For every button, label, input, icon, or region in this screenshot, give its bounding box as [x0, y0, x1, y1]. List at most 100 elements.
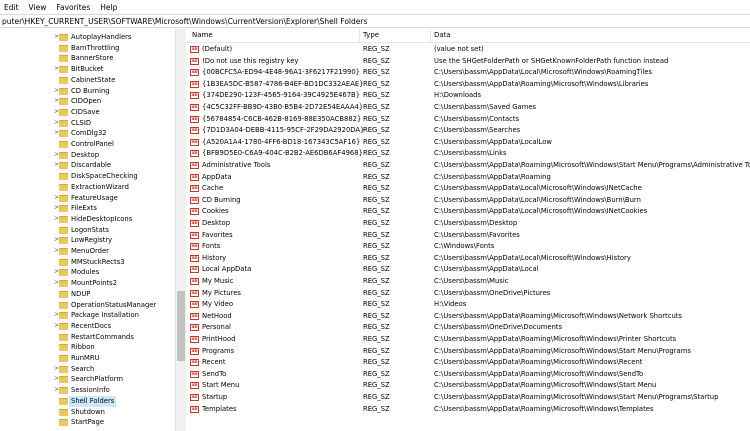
tree-item[interactable]: Shutdown	[0, 407, 175, 418]
tree-item[interactable]: DiskSpaceChecking	[0, 171, 175, 182]
tree-item[interactable]: BannerStore	[0, 53, 175, 64]
tree-item[interactable]: > RecentDocs	[0, 321, 175, 332]
tree-item[interactable]: > CLSID	[0, 118, 175, 129]
value-row[interactable]: ab Administrative Tools REG_SZ C:\Users\bas…	[187, 160, 750, 171]
tree-item[interactable]: > Package Installation	[0, 310, 175, 321]
value-row[interactable]: ab {374DE290-123F-4565-9164-39C4925E467B}…	[187, 90, 750, 101]
folder-icon	[59, 280, 68, 288]
tree-item[interactable]: ExtractionWizard	[0, 182, 175, 193]
menu-view[interactable]: View	[25, 3, 53, 12]
value-row[interactable]: ab My Pictures REG_SZ C:\Users\bassm\OneDri…	[187, 288, 750, 299]
value-name: CD Burning	[202, 195, 241, 204]
tree-item[interactable]: > LowRegistry	[0, 235, 175, 246]
tree-item[interactable]: > Discardable	[0, 160, 175, 171]
tree-item[interactable]: > ComDlg32	[0, 128, 175, 139]
tree-item[interactable]: CabinetState	[0, 75, 175, 86]
value-data: C:\Users\bassm\AppData\Roaming\Microsoft…	[434, 381, 657, 390]
value-row[interactable]: ab {7D1D3A04-DEBB-4115-95CF-2F29DA2920DA}…	[187, 125, 750, 136]
tree-scrollbar-thumb[interactable]	[177, 291, 185, 361]
menu-favorites[interactable]: Favorites	[52, 3, 96, 12]
tree-item-label: SessionInfo	[71, 386, 110, 395]
value-row[interactable]: ab PrintHood REG_SZ C:\Users\bassm\AppData\…	[187, 334, 750, 345]
value-name: AppData	[202, 172, 232, 181]
address-bar[interactable]: puter\HKEY_CURRENT_USER\SOFTWARE\Microso…	[0, 14, 750, 28]
value-data: C:\Users\bassm\Saved Games	[434, 103, 537, 111]
value-row[interactable]: ab Personal REG_SZ C:\Users\bassm\OneDrive\…	[187, 322, 750, 333]
tree-item[interactable]: Ribbon	[0, 342, 175, 353]
tree-item[interactable]: > HideDesktopIcons	[0, 214, 175, 225]
tree-item[interactable]: > BitBucket	[0, 64, 175, 75]
tree-item[interactable]: > SearchPlatform	[0, 374, 175, 385]
value-row[interactable]: ab Favorites REG_SZ C:\Users\bassm\Favorite…	[187, 230, 750, 241]
value-row[interactable]: ab Programs REG_SZ C:\Users\bassm\AppData\R…	[187, 346, 750, 357]
value-row[interactable]: ab !Do not use this registry key REG_SZ Use…	[187, 56, 750, 67]
folder-icon	[59, 130, 68, 138]
value-data: C:\Users\bassm\AppData\Roaming\Microsoft…	[434, 161, 750, 169]
string-value-icon: ab	[190, 347, 199, 355]
value-row[interactable]: ab (Default) REG_SZ (value not set)	[187, 44, 750, 55]
column-data-header[interactable]: Data	[434, 31, 451, 39]
string-value-icon: ab	[190, 57, 199, 65]
value-row[interactable]: ab {00BCFC5A-ED94-4E48-96A1-3F6217F21990}…	[187, 67, 750, 78]
value-row[interactable]: ab {BFB9D5E0-C6A9-404C-B2B2-AE6DB6AF4968}…	[187, 148, 750, 159]
tree-item[interactable]: > MountPoints2	[0, 278, 175, 289]
tree-item[interactable]: > Search	[0, 364, 175, 375]
tree-item[interactable]: Shell Folders	[0, 395, 175, 407]
value-row[interactable]: ab NetHood REG_SZ C:\Users\bassm\AppData\Ro…	[187, 311, 750, 322]
value-type: REG_SZ	[363, 172, 390, 181]
tree-item[interactable]: > FileExts	[0, 203, 175, 214]
tree-item[interactable]: RunMRU	[0, 353, 175, 364]
registry-tree: > AutoplayHandlers BamThrottling BannerStor…	[0, 29, 175, 431]
tree-item[interactable]: > CIDSave	[0, 107, 175, 118]
value-row[interactable]: ab Fonts REG_SZ C:\Windows\Fonts	[187, 241, 750, 252]
tree-item[interactable]: > SessionInfo	[0, 385, 175, 396]
tree-item[interactable]: ControlPanel	[0, 139, 175, 150]
tree-item[interactable]: > CIDOpen	[0, 96, 175, 107]
column-type-header[interactable]: Type	[363, 31, 379, 39]
tree-item-label: HideDesktopIcons	[71, 214, 133, 223]
value-row[interactable]: ab Startup REG_SZ C:\Users\bassm\AppData\Ro…	[187, 392, 750, 403]
value-row[interactable]: ab CD Burning REG_SZ C:\Users\bassm\AppData…	[187, 195, 750, 206]
menu-edit[interactable]: Edit	[0, 3, 25, 12]
value-row[interactable]: ab Start Menu REG_SZ C:\Users\bassm\AppData…	[187, 380, 750, 391]
column-name-header[interactable]: Name	[192, 31, 213, 39]
value-type: REG_SZ	[363, 323, 390, 332]
value-row[interactable]: ab {56784854-C6CB-462B-8169-88E350ACB882}…	[187, 114, 750, 125]
tree-item[interactable]: > FeatureUsage	[0, 193, 175, 204]
menu-help[interactable]: Help	[96, 3, 123, 12]
value-row[interactable]: ab Local AppData REG_SZ C:\Users\bassm\AppD…	[187, 264, 750, 275]
value-row[interactable]: ab Cookies REG_SZ C:\Users\bassm\AppData\Lo…	[187, 206, 750, 217]
tree-item[interactable]: StartPage	[0, 417, 175, 428]
value-row[interactable]: ab {1B3EA5DC-B587-4786-B4EF-BD1DC332AEAE}…	[187, 79, 750, 90]
tree-scrollbar[interactable]	[175, 29, 186, 431]
value-data: H:\Downloads	[434, 91, 482, 100]
tree-item[interactable]: > MenuOrder	[0, 246, 175, 257]
folder-icon	[59, 258, 68, 266]
value-row[interactable]: ab Recent REG_SZ C:\Users\bassm\AppData\Roa…	[187, 357, 750, 368]
tree-item[interactable]: > Modules	[0, 267, 175, 278]
tree-item[interactable]: BamThrottling	[0, 43, 175, 54]
tree-item[interactable]: > AutoplayHandlers	[0, 32, 175, 43]
tree-item[interactable]: OperationStatusManager	[0, 300, 175, 311]
value-data: C:\Users\bassm\AppData\Roaming	[434, 172, 551, 181]
value-row[interactable]: ab Templates REG_SZ C:\Users\bassm\AppData\…	[187, 404, 750, 415]
value-row[interactable]: ab History REG_SZ C:\Users\bassm\AppData\Lo…	[187, 253, 750, 264]
tree-item[interactable]: NDUP	[0, 289, 175, 300]
value-row[interactable]: ab My Music REG_SZ C:\Users\bassm\Music	[187, 276, 750, 287]
value-row[interactable]: ab {4C5C32FF-BB9D-43B0-B5B4-2D72E54EAAA4}…	[187, 102, 750, 113]
tree-item-label: CabinetState	[71, 75, 116, 84]
value-data: C:\Users\bassm\AppData\LocalLow	[434, 137, 552, 146]
value-row[interactable]: ab Desktop REG_SZ C:\Users\bassm\Desktop	[187, 218, 750, 229]
value-row[interactable]: ab SendTo REG_SZ C:\Users\bassm\AppData\Roa…	[187, 369, 750, 380]
string-value-icon: ab	[190, 185, 199, 193]
tree-item[interactable]: RestartCommands	[0, 332, 175, 343]
value-row[interactable]: ab AppData REG_SZ C:\Users\bassm\AppData\Ro…	[187, 172, 750, 183]
value-row[interactable]: ab My Video REG_SZ H:\Videos	[187, 299, 750, 310]
tree-item[interactable]: MMStuckRects3	[0, 257, 175, 268]
tree-item[interactable]: LogonStats	[0, 225, 175, 236]
folder-icon	[59, 119, 68, 127]
value-row[interactable]: ab {A520A1A4-1780-4FF6-BD18-167343C5AF16}…	[187, 137, 750, 148]
value-row[interactable]: ab Cache REG_SZ C:\Users\bassm\AppData\Loca…	[187, 183, 750, 194]
tree-item[interactable]: > CD Burning	[0, 86, 175, 97]
tree-item[interactable]: > Desktop	[0, 150, 175, 161]
